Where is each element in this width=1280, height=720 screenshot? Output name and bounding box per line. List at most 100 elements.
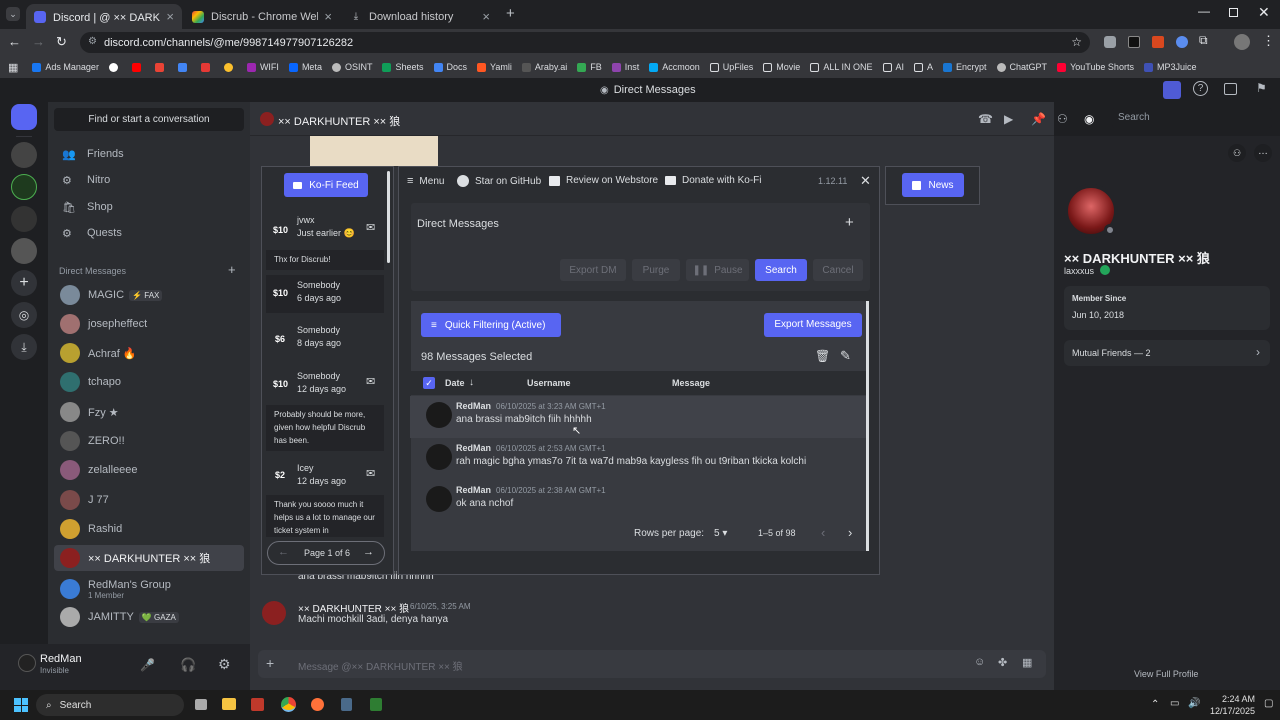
search-button[interactable]: Search bbox=[755, 259, 807, 281]
maximize-icon[interactable] bbox=[1229, 8, 1238, 17]
dm-item-group[interactable]: RedMan's Group 1 Member bbox=[54, 574, 244, 604]
dm-item[interactable]: Rashid bbox=[54, 516, 244, 542]
nav-quests[interactable]: ⚙ Quests bbox=[54, 221, 242, 245]
attachment-preview[interactable] bbox=[310, 136, 438, 166]
purge-button[interactable]: Purge bbox=[632, 259, 680, 281]
menu-button[interactable]: ≡ Menu bbox=[407, 175, 444, 187]
rows-per-page-select[interactable]: 5 ▾ bbox=[714, 528, 727, 539]
bookmark-fb[interactable]: FB bbox=[577, 62, 602, 72]
close-modal-icon[interactable]: ✕ bbox=[860, 173, 871, 189]
add-server-icon[interactable]: + bbox=[11, 270, 37, 296]
column-username[interactable]: Username bbox=[527, 378, 571, 388]
user-avatar[interactable] bbox=[18, 654, 36, 672]
close-tab-icon[interactable]: × bbox=[166, 9, 174, 24]
volume-icon[interactable]: 🔊 bbox=[1188, 698, 1200, 709]
bookmark-osint[interactable]: OSINT bbox=[331, 62, 372, 72]
settings-gear-icon[interactable]: ⚙ bbox=[218, 656, 231, 673]
task-view-icon[interactable] bbox=[195, 699, 207, 710]
reload-icon[interactable]: ↻ bbox=[56, 34, 67, 50]
add-dm-icon[interactable]: + bbox=[845, 214, 854, 231]
view-full-profile-link[interactable]: View Full Profile bbox=[1134, 669, 1198, 679]
dm-item[interactable]: tchapo bbox=[54, 369, 244, 395]
discrub-extension-icon[interactable] bbox=[1163, 81, 1181, 99]
tab-downloads[interactable]: ⤓ Download history × bbox=[342, 4, 498, 29]
notifications-icon[interactable]: ▢ bbox=[1264, 698, 1273, 709]
mutual-friends-row[interactable]: Mutual Friends — 2 › bbox=[1064, 340, 1270, 366]
bookmark-google-icon[interactable] bbox=[108, 62, 122, 72]
gift-icon[interactable]: ▦ bbox=[1022, 656, 1032, 669]
nav-shop[interactable]: 🛍 Shop bbox=[54, 195, 242, 219]
user-profile-icon[interactable]: ◉ bbox=[1084, 112, 1094, 126]
add-friends-icon[interactable]: ⚇ bbox=[1057, 112, 1068, 126]
donate-link[interactable]: Donate with Ko-Fi bbox=[665, 175, 761, 186]
extension-icon[interactable] bbox=[1152, 36, 1164, 48]
file-explorer-icon[interactable] bbox=[222, 698, 236, 710]
chat-search-input[interactable]: Search bbox=[1112, 108, 1272, 128]
tab-webstore[interactable]: Discrub - Chrome Web Store × bbox=[184, 4, 340, 29]
server-icon[interactable] bbox=[11, 174, 37, 200]
bookmark-wifi[interactable]: WIFI bbox=[246, 62, 279, 72]
new-tab-button[interactable]: + bbox=[506, 5, 515, 22]
inbox-icon[interactable] bbox=[1224, 83, 1237, 95]
kofi-scrollbar[interactable] bbox=[387, 171, 390, 263]
close-tab-icon[interactable]: × bbox=[324, 9, 332, 24]
bookmark-encrypt[interactable]: Encrypt bbox=[943, 62, 987, 72]
nav-friends[interactable]: 👥 Friends bbox=[54, 142, 242, 166]
taskbar-search[interactable]: ⌕ Search bbox=[36, 694, 184, 716]
message-avatar[interactable] bbox=[262, 601, 286, 625]
column-date[interactable]: Date bbox=[445, 378, 465, 388]
sort-arrow-icon[interactable]: ↓ bbox=[469, 377, 474, 388]
extension-icon[interactable] bbox=[1176, 36, 1188, 48]
server-icon[interactable] bbox=[11, 238, 37, 264]
dm-item[interactable]: MAGIC ⚡ FAX bbox=[54, 282, 244, 308]
bookmark-chatgpt[interactable]: ChatGPT bbox=[996, 62, 1047, 72]
tray-chevron-icon[interactable]: ⌃ bbox=[1151, 699, 1159, 710]
close-window-icon[interactable]: ✕ bbox=[1258, 4, 1270, 21]
dm-item[interactable]: Fzy ★ bbox=[54, 399, 244, 425]
bookmark-youtube-shorts[interactable]: YouTube Shorts bbox=[1057, 62, 1134, 72]
dm-item[interactable]: zelalleeee bbox=[54, 457, 244, 483]
extensions-puzzle-icon[interactable]: ⧉ bbox=[1199, 33, 1208, 48]
profile-avatar[interactable] bbox=[1234, 34, 1250, 50]
table-row[interactable]: RedMan 06/10/2025 at 2:53 AM GMT+1 rah m… bbox=[410, 438, 866, 480]
bookmark-ads-manager[interactable]: Ads Manager bbox=[32, 62, 99, 72]
bookmark-sheets[interactable]: Sheets bbox=[382, 62, 424, 72]
server-icon[interactable] bbox=[11, 206, 37, 232]
table-row[interactable]: RedMan 06/10/2025 at 3:23 AM GMT+1 ana b… bbox=[410, 396, 866, 438]
bookmark-all-in-one[interactable]: ALL IN ONE bbox=[810, 62, 873, 72]
table-row[interactable]: RedMan 06/10/2025 at 2:38 AM GMT+1 ok an… bbox=[410, 480, 866, 522]
flag-icon[interactable]: ⚑ bbox=[1256, 81, 1267, 95]
bookmark-docs[interactable]: Docs bbox=[433, 62, 467, 72]
message-composer[interactable]: + Message @×× DARKHUNTER ×× 狼 ☺ ✤ ▦ bbox=[258, 650, 1046, 678]
forward-icon[interactable]: → bbox=[32, 34, 45, 49]
help-icon[interactable]: ? bbox=[1193, 81, 1208, 96]
bookmark-star-icon[interactable]: ☆ bbox=[1071, 35, 1082, 49]
nav-nitro[interactable]: ⚙ Nitro bbox=[54, 168, 242, 192]
site-info-icon[interactable]: ⚙ bbox=[88, 36, 97, 47]
prev-page-icon[interactable]: ‹ bbox=[821, 525, 825, 540]
column-message[interactable]: Message bbox=[672, 378, 710, 388]
discord-home-icon[interactable] bbox=[11, 104, 37, 130]
calculator-icon[interactable] bbox=[341, 698, 352, 711]
video-icon[interactable]: ▶ bbox=[1004, 112, 1013, 126]
attach-plus-icon[interactable]: + bbox=[266, 655, 274, 671]
app-icon[interactable] bbox=[370, 698, 382, 711]
bookmark-inst[interactable]: Inst bbox=[611, 62, 639, 72]
bookmark-ai[interactable]: AI bbox=[882, 62, 904, 72]
dm-item[interactable]: JAMITTY 💚 GAZA bbox=[54, 604, 244, 630]
kofi-feed-button[interactable]: Ko-Fi Feed bbox=[284, 173, 368, 197]
bookmark-youtube-icon[interactable] bbox=[131, 62, 145, 72]
bookmark-shield-icon[interactable] bbox=[200, 62, 214, 72]
address-bar[interactable]: ⚙ discord.com/channels/@me/9987149779071… bbox=[80, 32, 1090, 53]
dm-item[interactable]: josepheffect bbox=[54, 311, 244, 337]
bookmark-accmoon[interactable]: Accmoon bbox=[649, 62, 700, 72]
next-page-icon[interactable]: → bbox=[363, 546, 374, 558]
windows-start-icon[interactable] bbox=[14, 698, 28, 712]
mute-mic-icon[interactable]: 🎤 bbox=[140, 658, 155, 672]
export-messages-button[interactable]: Export Messages bbox=[764, 313, 862, 337]
pause-button[interactable]: ❚❚ Pause bbox=[686, 259, 749, 281]
bookmark-yamli[interactable]: Yamli bbox=[477, 62, 512, 72]
bookmark-a[interactable]: A bbox=[914, 62, 933, 72]
export-dm-button[interactable]: Export DM bbox=[560, 259, 626, 281]
chrome-menu-icon[interactable]: ⋮ bbox=[1262, 33, 1275, 49]
